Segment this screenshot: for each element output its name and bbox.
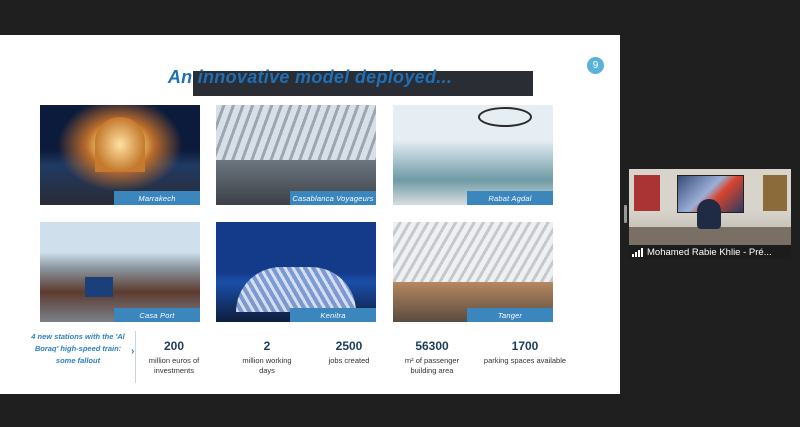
callout-text: 4 new stations with the 'Al Boraq' high-… bbox=[31, 332, 125, 365]
video-feed bbox=[629, 169, 791, 245]
stat-value: 2 bbox=[263, 339, 271, 353]
photo-tanger: Tanger bbox=[393, 222, 553, 322]
divider bbox=[135, 331, 136, 383]
stat-value: 2500 bbox=[335, 339, 363, 353]
slide-title: An innovative model deployed... bbox=[167, 67, 453, 87]
stat-text: million working days bbox=[242, 356, 292, 375]
participant-name-bar: Mohamed Rabie Khlie - Pré... bbox=[629, 245, 791, 259]
photo-kenitra: Kenitra bbox=[216, 222, 376, 322]
page-number-badge: 9 bbox=[587, 57, 604, 74]
photo-label: Rabat Agdal bbox=[467, 191, 553, 205]
photo-label: Tanger bbox=[467, 308, 553, 322]
participant-video-tile[interactable]: Mohamed Rabie Khlie - Pré... bbox=[629, 169, 791, 259]
photo-label: Kenitra bbox=[290, 308, 376, 322]
photo-label: Casa Port bbox=[114, 308, 200, 322]
photo-casa-port: Casa Port bbox=[40, 222, 200, 322]
stat-value: 1700 bbox=[511, 339, 539, 353]
stat-text: parking spaces available bbox=[483, 356, 567, 365]
photo-label: Marrakech bbox=[114, 191, 200, 205]
stat-value: 200 bbox=[163, 339, 185, 353]
stat-building-area: 56300 m² of passenger building area bbox=[398, 339, 466, 376]
chevron-right-icon: › bbox=[131, 346, 135, 357]
photo-casablanca-voyageurs: Casablanca Voyageurs bbox=[216, 105, 376, 205]
stat-text: million euros of investments bbox=[148, 356, 200, 375]
signal-strength-icon bbox=[632, 247, 643, 257]
photo-marrakech: Marrakech bbox=[40, 105, 200, 205]
stat-investments: 200 million euros of investments bbox=[143, 339, 205, 376]
panel-resize-handle[interactable] bbox=[624, 205, 627, 223]
stat-working-days: 2 million working days bbox=[236, 339, 298, 376]
participant-name: Mohamed Rabie Khlie - Pré... bbox=[647, 246, 772, 258]
stat-value: 56300 bbox=[415, 339, 449, 353]
stat-jobs: 2500 jobs created bbox=[320, 339, 378, 366]
stat-text: jobs created bbox=[328, 356, 370, 365]
photo-label: Casablanca Voyageurs bbox=[290, 191, 376, 205]
presentation-slide: An innovative model deployed... 9 Marrak… bbox=[0, 35, 620, 394]
photo-rabat-agdal: Rabat Agdal bbox=[393, 105, 553, 205]
stat-text: m² of passenger building area bbox=[404, 356, 460, 375]
stat-parking: 1700 parking spaces available bbox=[478, 339, 572, 366]
